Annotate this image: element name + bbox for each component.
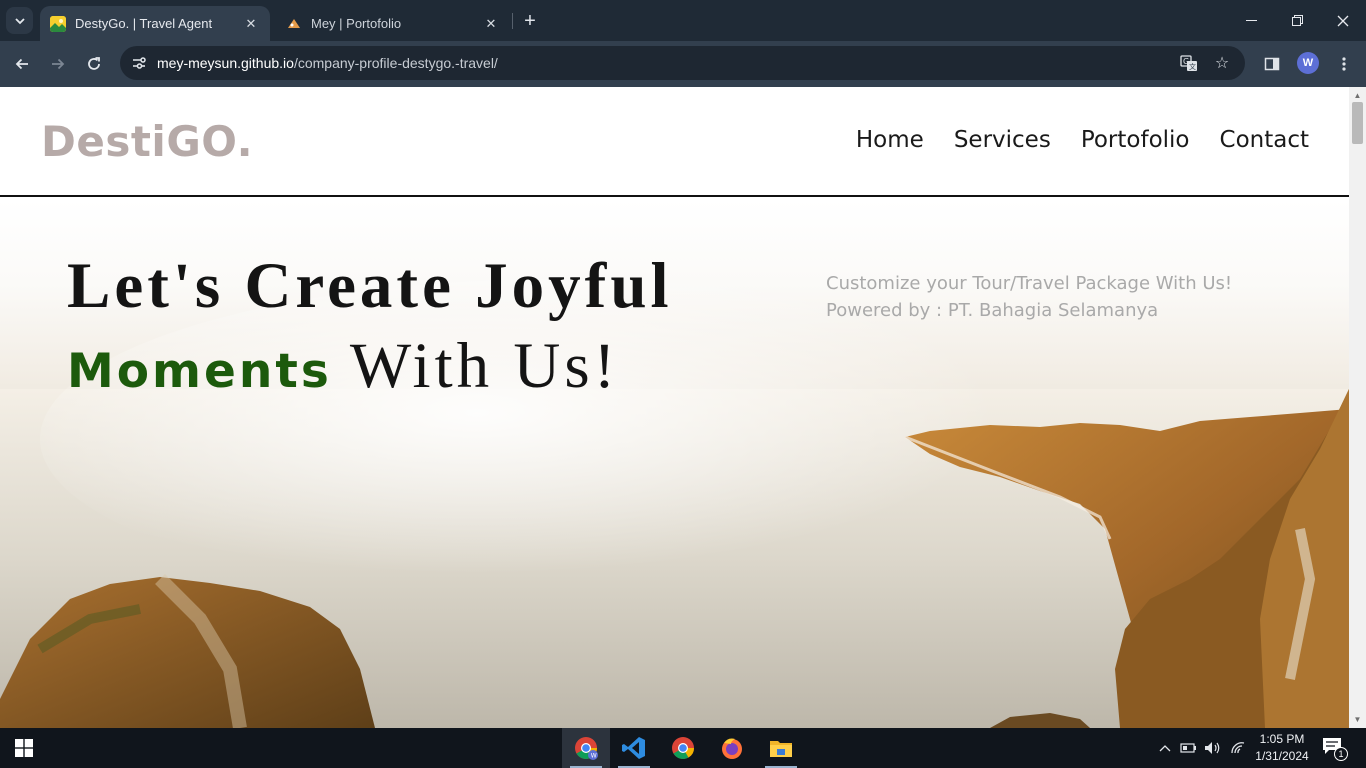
start-button[interactable] — [0, 728, 48, 768]
address-bar[interactable]: mey-meysun.github.io/company-profile-des… — [120, 46, 1245, 80]
tab-search-button[interactable] — [6, 7, 33, 34]
chevron-up-icon — [1159, 745, 1171, 752]
battery-icon — [1180, 743, 1196, 753]
chrome-icon — [672, 737, 694, 759]
taskbar-firefox[interactable] — [708, 728, 756, 768]
nav-contact[interactable]: Contact — [1220, 127, 1309, 153]
svg-text:文: 文 — [1189, 62, 1196, 71]
hero-tagline-line2: Powered by : PT. Bahagia Selamanya — [826, 300, 1159, 321]
browser-tabstrip: DestyGo. | Travel Agent ✕ Mey | Portofol… — [0, 0, 1366, 41]
close-icon — [1337, 15, 1349, 26]
clock-date: 1/31/2024 — [1255, 749, 1309, 763]
side-panel-button[interactable] — [1258, 50, 1286, 78]
taskbar-chrome-profile[interactable]: W — [562, 728, 610, 768]
more-vert-icon — [1342, 57, 1346, 71]
profile-avatar[interactable]: W — [1297, 52, 1319, 74]
hero-headline-accent: Moments — [67, 344, 332, 399]
page-viewport: DestiGO. Home Services Portofolio Contac… — [0, 87, 1349, 728]
wifi-icon — [1231, 742, 1245, 754]
windows-taskbar: W 1:05 PM 1/31/2024 1 — [0, 728, 1366, 768]
forward-button[interactable] — [44, 50, 72, 78]
tab-destygo[interactable]: DestyGo. | Travel Agent ✕ — [40, 6, 270, 41]
tab-close-icon[interactable]: ✕ — [242, 15, 260, 33]
back-button[interactable] — [8, 50, 36, 78]
new-tab-button[interactable]: + — [518, 9, 542, 33]
browser-toolbar: mey-meysun.github.io/company-profile-des… — [0, 41, 1366, 87]
site-logo[interactable]: DestiGO. — [41, 117, 253, 166]
taskbar-clock[interactable]: 1:05 PM 1/31/2024 — [1251, 731, 1313, 765]
tab-title: DestyGo. | Travel Agent — [75, 16, 213, 31]
site-header: DestiGO. Home Services Portofolio Contac… — [0, 87, 1349, 197]
volume-button[interactable] — [1203, 738, 1223, 758]
speaker-icon — [1205, 742, 1220, 754]
site-nav: Home Services Portofolio Contact — [856, 127, 1309, 153]
nav-services[interactable]: Services — [954, 127, 1051, 153]
taskbar-vscode[interactable] — [610, 728, 658, 768]
nav-portofolio[interactable]: Portofolio — [1081, 127, 1190, 153]
minimize-button[interactable] — [1228, 0, 1274, 41]
hero-headline-rest: With Us! — [349, 330, 620, 402]
hero-headline-line2: Moments With Us! — [67, 329, 619, 404]
arrow-left-icon — [15, 58, 28, 70]
folder-icon — [770, 741, 792, 757]
taskbar-file-explorer[interactable] — [757, 728, 805, 768]
translate-icon: G文 — [1180, 55, 1197, 71]
hero-section: Let's Create Joyful Moments With Us! Cust… — [0, 199, 1349, 728]
side-panel-icon — [1264, 57, 1280, 71]
tab-title: Mey | Portofolio — [311, 16, 402, 31]
destygo-favicon-icon — [50, 15, 66, 32]
tab-mey-portofolio[interactable]: Mey | Portofolio ✕ — [276, 6, 510, 41]
url-host: mey-meysun.github.io — [157, 55, 294, 71]
hero-headline-line1: Let's Create Joyful — [67, 250, 673, 322]
svg-text:W: W — [591, 753, 597, 760]
tray-overflow-button[interactable] — [1155, 738, 1175, 758]
notification-count-badge: 1 — [1334, 747, 1348, 761]
scroll-up-arrow-icon[interactable]: ▲ — [1353, 91, 1362, 100]
notification-center-button[interactable]: 1 — [1322, 737, 1348, 761]
bookmark-button[interactable]: ☆ — [1210, 51, 1234, 75]
restore-button[interactable] — [1274, 0, 1320, 41]
arrow-right-icon — [52, 58, 65, 70]
hero-tagline-line1: Customize your Tour/Travel Package With … — [826, 273, 1233, 294]
tab-close-icon[interactable]: ✕ — [482, 15, 500, 33]
windows-logo-icon — [15, 739, 33, 757]
firefox-icon — [722, 738, 742, 759]
mey-favicon-icon — [286, 16, 302, 32]
scroll-down-arrow-icon[interactable]: ▼ — [1353, 715, 1362, 724]
chevron-down-icon — [14, 17, 25, 24]
url-path: /company-profile-destygo.-travel/ — [293, 55, 498, 71]
battery-button[interactable] — [1179, 738, 1199, 758]
scroll-thumb[interactable] — [1352, 102, 1363, 144]
tab-separator — [512, 13, 513, 29]
network-button[interactable] — [1228, 738, 1248, 758]
close-window-button[interactable] — [1320, 0, 1366, 41]
browser-menu-button[interactable] — [1330, 50, 1358, 78]
hero-tagline: Customize your Tour/Travel Package With … — [826, 270, 1232, 324]
taskbar-chrome[interactable] — [659, 728, 707, 768]
page-scrollbar[interactable]: ▲ ▼ — [1349, 87, 1366, 728]
tune-icon — [133, 57, 146, 69]
vscode-icon — [622, 737, 645, 759]
clock-time: 1:05 PM — [1259, 732, 1305, 746]
nav-home[interactable]: Home — [856, 127, 924, 153]
url-text[interactable]: mey-meysun.github.io/company-profile-des… — [157, 55, 498, 71]
translate-button[interactable]: G文 — [1177, 51, 1201, 75]
site-info-button[interactable] — [126, 50, 152, 76]
chrome-icon: W — [575, 737, 598, 760]
reload-button[interactable] — [80, 50, 108, 78]
reload-icon — [88, 57, 100, 70]
star-icon: ☆ — [1214, 55, 1230, 72]
restore-icon — [1291, 15, 1303, 26]
minimize-icon — [1245, 20, 1257, 21]
